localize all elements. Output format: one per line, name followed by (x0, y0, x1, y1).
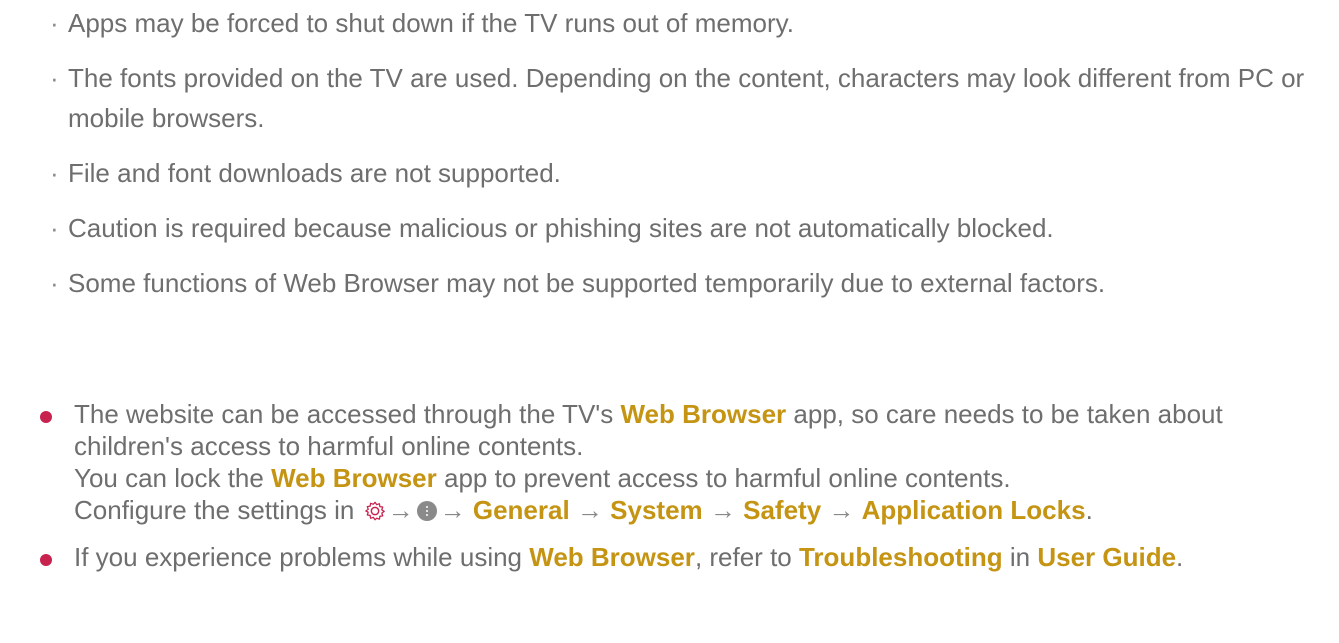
sub-item-text: Caution is required because malicious or… (68, 213, 1054, 243)
arrow: → (387, 495, 414, 525)
bullet-item-troubleshooting: If you experience problems while using W… (40, 541, 1320, 573)
sub-list: Apps may be forced to shut down if the T… (50, 0, 1320, 303)
manual-page: Apps may be forced to shut down if the T… (0, 0, 1339, 643)
text: The website can be accessed through the … (74, 399, 621, 429)
sub-item: File and font downloads are not supporte… (50, 153, 1320, 193)
sub-item-text: File and font downloads are not supporte… (68, 158, 561, 188)
more-icon (416, 501, 437, 521)
troubleshooting-link: Troubleshooting (798, 542, 1003, 572)
sub-item: Apps may be forced to shut down if the T… (50, 3, 1320, 43)
text: . (1176, 542, 1184, 572)
sub-item-text: Some functions of Web Browser may not be… (68, 268, 1106, 298)
text: Configure the settings in (74, 495, 362, 525)
gear-icon (364, 501, 385, 521)
path-safety: Safety (743, 495, 822, 525)
arrow: → (709, 495, 736, 525)
path-system: System (610, 495, 703, 525)
arrow: → (828, 495, 855, 525)
user-guide-link: User Guide (1037, 542, 1177, 572)
sub-item-text: The fonts provided on the TV are used. D… (68, 63, 1305, 133)
text: app to prevent access to harmful online … (436, 463, 1011, 493)
sub-item-text: Apps may be forced to shut down if the T… (68, 8, 794, 38)
arrow: → (576, 495, 603, 525)
web-browser-link: Web Browser (529, 542, 695, 572)
bullet-dot (40, 554, 52, 566)
bullet-item-access: The website can be accessed through the … (40, 398, 1320, 526)
sub-item: The fonts provided on the TV are used. D… (50, 58, 1320, 138)
web-browser-link: Web Browser (620, 399, 787, 429)
arrow: → (439, 495, 466, 525)
text: in (1002, 542, 1038, 572)
bullet-dot (40, 411, 52, 423)
path-general: General (472, 495, 570, 525)
text: You can lock the (74, 463, 272, 493)
bullet-list: The website can be accessed through the … (40, 398, 1320, 573)
sub-item: Caution is required because malicious or… (50, 208, 1320, 248)
web-browser-link: Web Browser (271, 463, 437, 493)
text: . (1085, 495, 1093, 525)
path-application-locks: Application Locks (861, 495, 1086, 525)
text: , refer to (694, 542, 799, 572)
text: If you experience problems while using (74, 542, 530, 572)
sub-item: Some functions of Web Browser may not be… (50, 263, 1320, 303)
